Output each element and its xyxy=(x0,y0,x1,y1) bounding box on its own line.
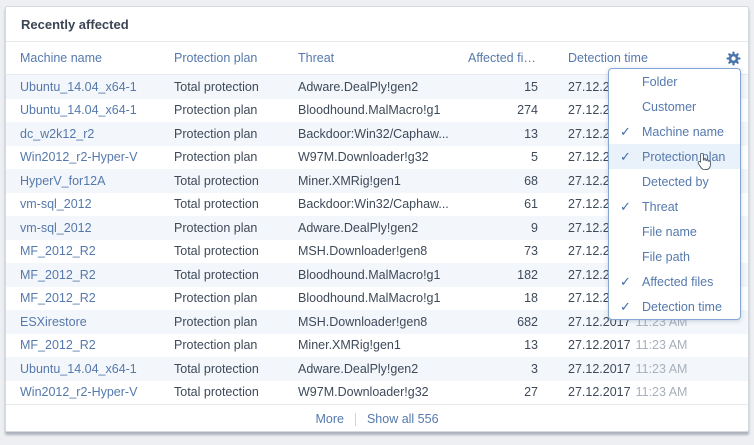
threat-cell: Bloodhound.MalMacro!g1 xyxy=(298,103,468,117)
detection-date: 27.12.2017 xyxy=(568,385,631,399)
threat-cell: Bloodhound.MalMacro!g1 xyxy=(298,268,468,282)
threat-cell: Backdoor:Win32/Caphaw... xyxy=(298,127,468,141)
machine-name-cell[interactable]: MF_2012_R2 xyxy=(6,244,174,258)
affected-files-cell: 13 xyxy=(468,127,538,141)
detection-date: 27.12.2017 xyxy=(568,338,631,352)
threat-cell: Bloodhound.MalMacro!g1 xyxy=(298,291,468,305)
show-all-link[interactable]: Show all 556 xyxy=(367,412,439,426)
threat-cell: Miner.XMRig!gen1 xyxy=(298,338,468,352)
threat-cell: W97M.Downloader!g32 xyxy=(298,150,468,164)
protection-plan-cell: Total protection xyxy=(174,244,298,258)
column-settings-menu: Folder Customer ✓ Machine name ✓ Protect… xyxy=(608,68,741,320)
detection-date: 27.12.2017 xyxy=(568,362,631,376)
protection-plan-cell: Total protection xyxy=(174,362,298,376)
machine-name-cell[interactable]: HyperV_for12A xyxy=(6,174,174,188)
menu-item-file-path[interactable]: File path xyxy=(609,244,740,269)
more-link[interactable]: More xyxy=(315,412,343,426)
affected-files-cell: 5 xyxy=(468,150,538,164)
gear-icon xyxy=(726,55,741,69)
check-icon: ✓ xyxy=(620,124,642,140)
threat-cell: Adware.DealPly!gen2 xyxy=(298,80,468,94)
column-header-machine-name[interactable]: Machine name xyxy=(6,51,174,65)
threat-cell: MSH.Downloader!gen8 xyxy=(298,244,468,258)
detection-clock-time: 11:23 AM xyxy=(636,385,688,399)
affected-files-cell: 682 xyxy=(468,315,538,329)
column-header-affected-files[interactable]: Affected files xyxy=(468,51,538,65)
menu-item-threat[interactable]: ✓ Threat xyxy=(609,194,740,219)
table-footer: More Show all 556 xyxy=(6,404,748,433)
machine-name-cell[interactable]: dc_w2k12_r2 xyxy=(6,127,174,141)
machine-name-cell[interactable]: vm-sql_2012 xyxy=(6,197,174,211)
protection-plan-cell: Total protection xyxy=(174,268,298,282)
footer-divider xyxy=(355,413,356,426)
affected-files-cell: 15 xyxy=(468,80,538,94)
table-row: MF_2012_R2 Protection plan Miner.XMRig!g… xyxy=(6,334,748,358)
protection-plan-cell: Protection plan xyxy=(174,221,298,235)
affected-files-cell: 61 xyxy=(468,197,538,211)
threat-cell: Adware.DealPly!gen2 xyxy=(298,221,468,235)
check-icon: ✓ xyxy=(620,149,642,165)
machine-name-cell[interactable]: Win2012_r2-Hyper-V xyxy=(6,385,174,399)
menu-item-machine-name[interactable]: ✓ Machine name xyxy=(609,119,740,144)
affected-files-cell: 73 xyxy=(468,244,538,258)
threat-cell: Backdoor:Win32/Caphaw... xyxy=(298,197,468,211)
protection-plan-cell: Protection plan xyxy=(174,103,298,117)
affected-files-cell: 13 xyxy=(468,338,538,352)
detection-clock-time: 11:23 AM xyxy=(636,338,688,352)
machine-name-cell[interactable]: ESXirestore xyxy=(6,315,174,329)
protection-plan-cell: Protection plan xyxy=(174,127,298,141)
menu-item-file-name[interactable]: File name xyxy=(609,219,740,244)
menu-item-detected-by[interactable]: Detected by xyxy=(609,169,740,194)
menu-item-protection-plan[interactable]: ✓ Protection plan xyxy=(609,144,740,169)
menu-item-folder[interactable]: Folder xyxy=(609,69,740,94)
affected-files-cell: 274 xyxy=(468,103,538,117)
machine-name-cell[interactable]: Win2012_r2-Hyper-V xyxy=(6,150,174,164)
affected-files-cell: 18 xyxy=(468,291,538,305)
table-row: Win2012_r2-Hyper-V Total protection W97M… xyxy=(6,381,748,405)
affected-files-cell: 27 xyxy=(468,385,538,399)
detection-clock-time: 11:23 AM xyxy=(636,362,688,376)
machine-name-cell[interactable]: vm-sql_2012 xyxy=(6,221,174,235)
affected-files-cell: 68 xyxy=(468,174,538,188)
protection-plan-cell: Total protection xyxy=(174,197,298,211)
table-row: Ubuntu_14.04_x64-1 Total protection Adwa… xyxy=(6,357,748,381)
protection-plan-cell: Total protection xyxy=(174,385,298,399)
protection-plan-cell: Protection plan xyxy=(174,291,298,305)
column-header-detection-time[interactable]: Detection time xyxy=(538,51,718,65)
affected-files-cell: 182 xyxy=(468,268,538,282)
check-icon: ✓ xyxy=(620,274,642,290)
check-icon: ✓ xyxy=(620,199,642,215)
menu-item-detection-time[interactable]: ✓ Detection time xyxy=(609,294,740,319)
detection-time-cell: 27.12.2017 11:23 AM xyxy=(538,362,718,376)
machine-name-cell[interactable]: MF_2012_R2 xyxy=(6,338,174,352)
menu-item-customer[interactable]: Customer xyxy=(609,94,740,119)
affected-files-cell: 9 xyxy=(468,221,538,235)
protection-plan-cell: Protection plan xyxy=(174,338,298,352)
widget-title: Recently affected xyxy=(6,7,748,42)
detection-time-cell: 27.12.2017 11:23 AM xyxy=(538,338,718,352)
threat-cell: MSH.Downloader!gen8 xyxy=(298,315,468,329)
protection-plan-cell: Total protection xyxy=(174,174,298,188)
machine-name-cell[interactable]: MF_2012_R2 xyxy=(6,291,174,305)
check-icon: ✓ xyxy=(620,299,642,315)
column-settings-button[interactable] xyxy=(726,51,741,66)
detection-time-cell: 27.12.2017 11:23 AM xyxy=(538,385,718,399)
protection-plan-cell: Total protection xyxy=(174,80,298,94)
protection-plan-cell: Protection plan xyxy=(174,150,298,164)
machine-name-cell[interactable]: Ubuntu_14.04_x64-1 xyxy=(6,80,174,94)
menu-item-affected-files[interactable]: ✓ Affected files xyxy=(609,269,740,294)
protection-plan-cell: Protection plan xyxy=(174,315,298,329)
threat-cell: Adware.DealPly!gen2 xyxy=(298,362,468,376)
affected-files-cell: 3 xyxy=(468,362,538,376)
column-header-protection-plan[interactable]: Protection plan xyxy=(174,51,298,65)
threat-cell: Miner.XMRig!gen1 xyxy=(298,174,468,188)
threat-cell: W97M.Downloader!g32 xyxy=(298,385,468,399)
column-header-threat[interactable]: Threat xyxy=(298,51,468,65)
machine-name-cell[interactable]: MF_2012_R2 xyxy=(6,268,174,282)
machine-name-cell[interactable]: Ubuntu_14.04_x64-1 xyxy=(6,362,174,376)
machine-name-cell[interactable]: Ubuntu_14.04_x64-1 xyxy=(6,103,174,117)
